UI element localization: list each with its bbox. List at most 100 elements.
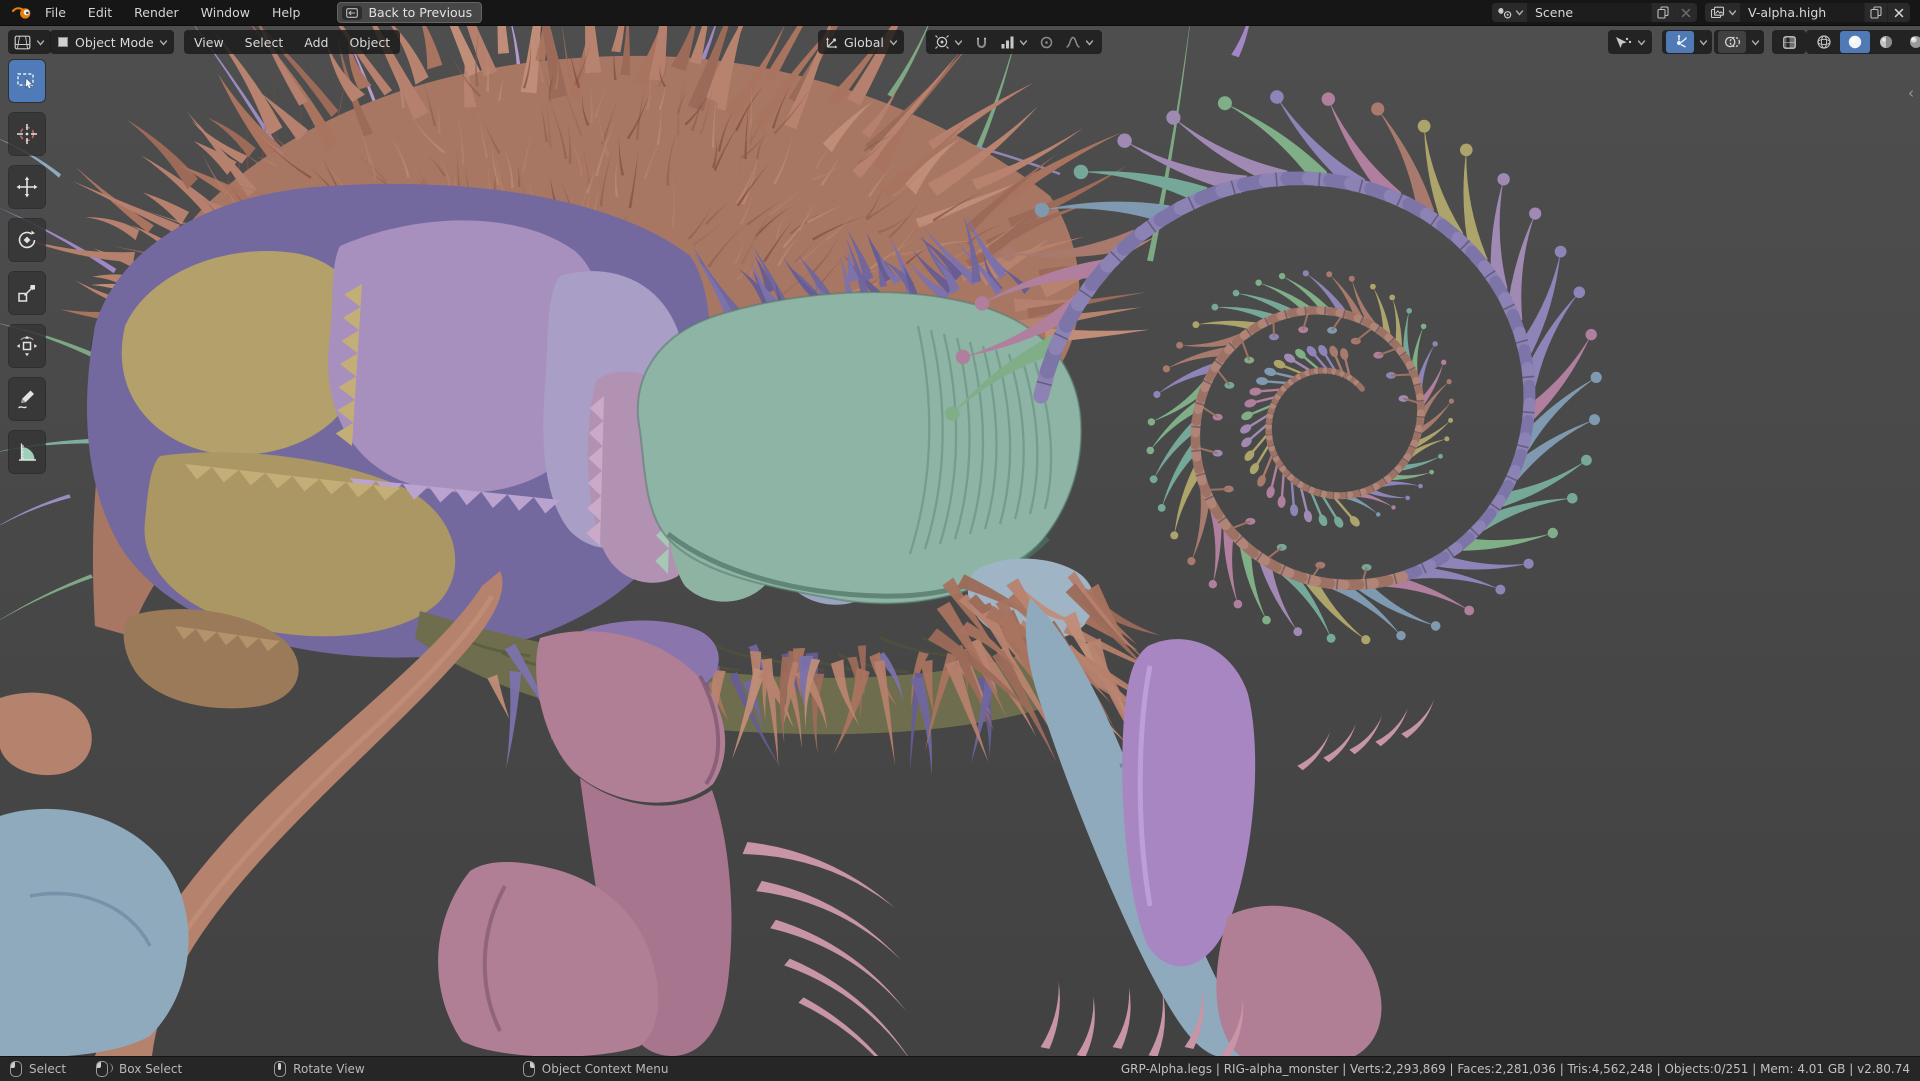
- view-layer-delete-button[interactable]: [1887, 3, 1910, 22]
- menu-select[interactable]: Select: [237, 35, 292, 50]
- shading-mode-group: [1806, 30, 1920, 54]
- gizmos-group: [1662, 30, 1712, 54]
- rotate-icon: [16, 229, 38, 251]
- tool-move[interactable]: [9, 166, 45, 208]
- mouse-left-icon: [10, 1061, 22, 1077]
- proportional-falloff-dropdown[interactable]: [1063, 31, 1096, 53]
- mouse-right-icon: [523, 1061, 535, 1077]
- mode-selector[interactable]: Object Mode: [50, 30, 174, 54]
- falloff-icon: [1065, 35, 1081, 49]
- transform-icon: [16, 335, 38, 357]
- view-layer-name-field[interactable]: V-alpha.high: [1740, 3, 1864, 22]
- xray-icon: [1782, 35, 1797, 50]
- scene-delete-button[interactable]: [1674, 3, 1697, 22]
- hint-box-select: Box Select: [96, 1061, 182, 1077]
- menu-help[interactable]: Help: [261, 0, 312, 25]
- hint-select-label: Select: [29, 1062, 66, 1076]
- viewport-menus: View Select Add Object: [184, 30, 400, 54]
- pivot-icon: [934, 34, 950, 50]
- snap-toggle[interactable]: [972, 31, 991, 53]
- chevron-down-icon: [954, 38, 963, 47]
- tool-measure[interactable]: [9, 431, 45, 473]
- annotate-icon: [16, 388, 38, 410]
- chevron-down-icon: [1699, 38, 1708, 47]
- tool-rotate[interactable]: [9, 219, 45, 261]
- show-gizmos-toggle[interactable]: [1666, 31, 1694, 53]
- object-visibility-dropdown[interactable]: [1608, 30, 1652, 54]
- shading-wireframe-icon: [1816, 34, 1832, 50]
- snap-settings-dropdown[interactable]: [998, 31, 1030, 53]
- transform-orientation-dropdown[interactable]: Global: [818, 30, 904, 54]
- shading-material-icon: [1878, 34, 1894, 50]
- menu-edit[interactable]: Edit: [77, 0, 123, 25]
- chevron-down-icon: [1019, 38, 1028, 47]
- scale-icon: [16, 282, 38, 304]
- view-layer-icon[interactable]: [1705, 3, 1740, 22]
- chevron-down-icon: [1085, 38, 1094, 47]
- shading-wireframe-button[interactable]: [1810, 31, 1838, 53]
- scene-copy-button[interactable]: [1651, 3, 1674, 22]
- orientation-icon: [824, 35, 839, 50]
- menu-object[interactable]: Object: [341, 35, 398, 50]
- menu-window[interactable]: Window: [190, 0, 261, 25]
- visibility-icon: [1614, 35, 1632, 50]
- object-mode-icon: [56, 35, 70, 49]
- topbar-right: Scene V-alpha.high: [1492, 3, 1910, 22]
- mode-label: Object Mode: [75, 35, 154, 50]
- hint-rotate-view: Rotate View: [274, 1061, 365, 1077]
- orientation-label: Global: [844, 35, 884, 50]
- magnet-icon: [974, 35, 989, 50]
- measure-icon: [16, 441, 38, 463]
- chevron-down-icon: [1728, 8, 1737, 17]
- editor-type-selector[interactable]: [8, 30, 51, 54]
- chevron-down-icon: [36, 38, 45, 47]
- menu-add[interactable]: Add: [296, 35, 336, 50]
- view-layer-selector[interactable]: V-alpha.high: [1705, 3, 1910, 22]
- overlays-icon: [1724, 35, 1741, 49]
- tool-shelf: [9, 60, 45, 473]
- editor-type-icon: [14, 35, 31, 50]
- proportional-icon: [1039, 35, 1054, 50]
- show-overlays-toggle[interactable]: [1718, 31, 1746, 53]
- proportional-editing-toggle[interactable]: [1037, 31, 1056, 53]
- tool-scale[interactable]: [9, 272, 45, 314]
- shading-solid-icon: [1847, 34, 1863, 50]
- tool-annotate[interactable]: [9, 378, 45, 420]
- scene-statistics: GRP-Alpha.legs | RIG-alpha_monster | Ver…: [1121, 1062, 1910, 1076]
- chevron-down-icon: [1751, 38, 1760, 47]
- gizmo-icon: [1672, 34, 1688, 50]
- viewport-3d-scene[interactable]: [0, 26, 1920, 1056]
- select-box-icon: [16, 71, 38, 91]
- tool-transform[interactable]: [9, 325, 45, 367]
- menu-file[interactable]: File: [34, 0, 77, 25]
- scene-icon[interactable]: [1492, 3, 1527, 22]
- back-icon: [342, 6, 362, 20]
- xray-toggle[interactable]: [1772, 30, 1806, 54]
- mouse-middle-icon: [274, 1061, 286, 1077]
- tool-cursor[interactable]: [9, 113, 45, 155]
- sidebar-toggle-arrow[interactable]: ‹: [1908, 84, 1914, 102]
- shading-solid-button[interactable]: [1840, 31, 1870, 53]
- shading-rendered-button[interactable]: [1902, 31, 1920, 53]
- pivot-point-dropdown[interactable]: [932, 31, 965, 53]
- viewport-3d[interactable]: Object Mode View Select Add Object Globa…: [0, 26, 1920, 1056]
- hint-context-menu: Object Context Menu: [523, 1061, 669, 1077]
- snap-proportional-group: [926, 30, 1102, 54]
- scene-selector[interactable]: Scene: [1492, 3, 1697, 22]
- back-button-label: Back to Previous: [368, 5, 472, 20]
- scene-name-field[interactable]: Scene: [1527, 3, 1651, 22]
- tool-select-box[interactable]: [9, 60, 45, 102]
- hint-box-select-label: Box Select: [119, 1062, 182, 1076]
- view-layer-copy-button[interactable]: [1864, 3, 1887, 22]
- hint-context-menu-label: Object Context Menu: [542, 1062, 669, 1076]
- back-to-previous-button[interactable]: Back to Previous: [337, 2, 482, 23]
- shading-material-button[interactable]: [1872, 31, 1900, 53]
- hint-rotate-view-label: Rotate View: [293, 1062, 365, 1076]
- blender-logo-icon[interactable]: [12, 5, 34, 21]
- top-menu-bar: File Edit Render Window Help Back to Pre…: [0, 0, 1920, 26]
- menu-view[interactable]: View: [186, 35, 232, 50]
- menu-render[interactable]: Render: [123, 0, 190, 25]
- chevron-down-icon: [1515, 8, 1524, 17]
- cursor-icon: [16, 123, 38, 145]
- chevron-down-icon: [1637, 38, 1646, 47]
